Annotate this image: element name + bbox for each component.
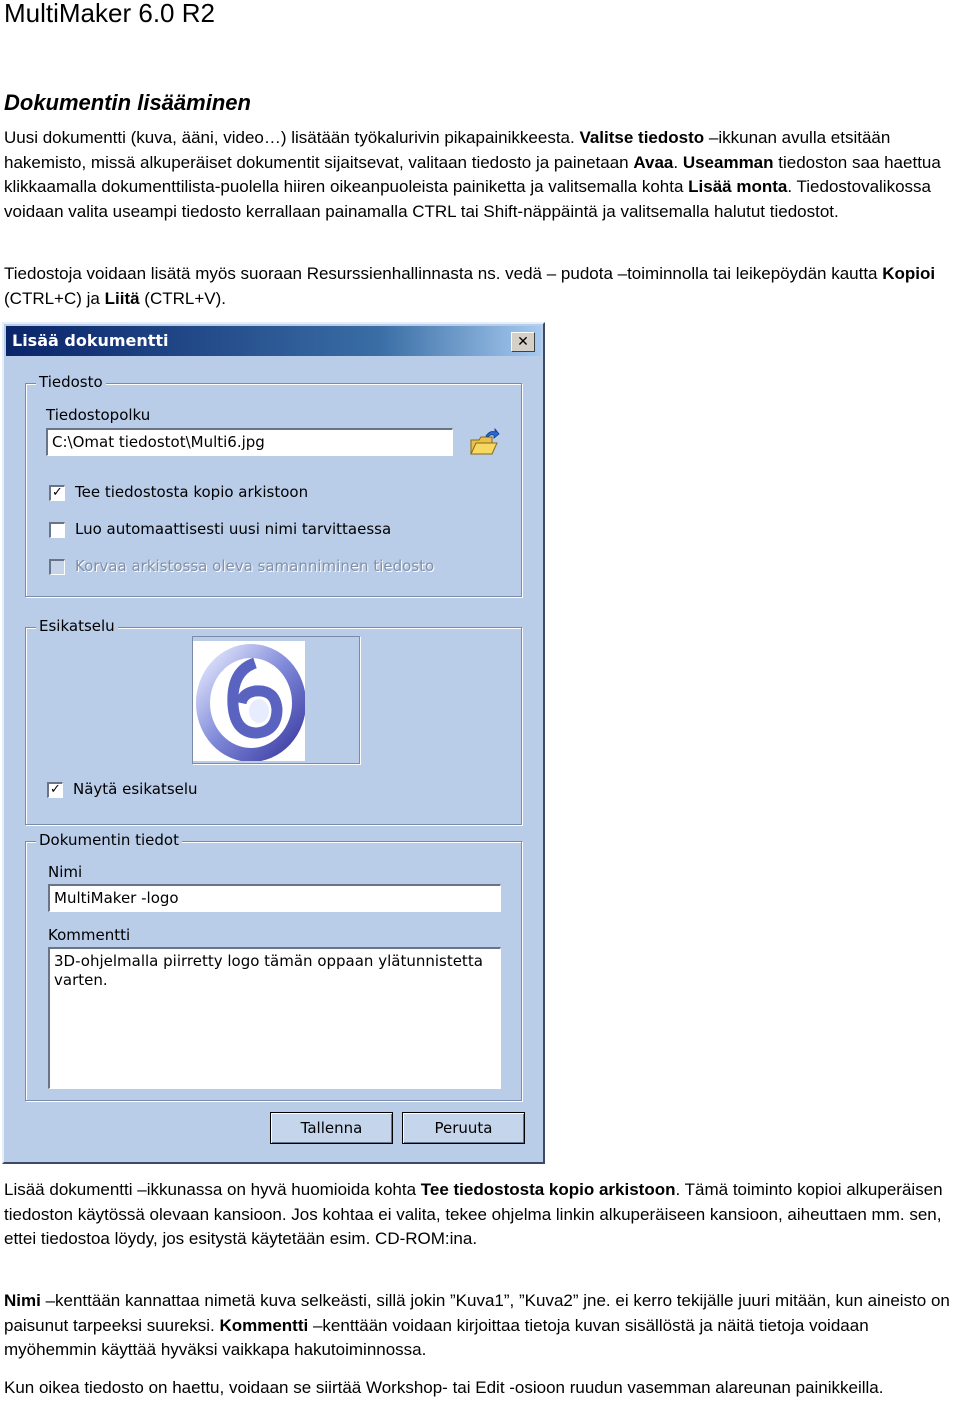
app-title: MultiMaker 6.0 R2 bbox=[4, 0, 215, 28]
body-paragraph-1: Lisää dokumentti –ikkunassa on hyvä huom… bbox=[4, 1180, 943, 1248]
body-paragraph-3: Kun oikea tiedosto on haettu, voidaan se… bbox=[4, 1378, 884, 1397]
close-button[interactable]: ✕ bbox=[511, 332, 535, 352]
comment-label: Kommentti bbox=[48, 926, 131, 944]
preview-group: Esikatselu ✓ Näytä esikatselu bbox=[25, 617, 522, 825]
cancel-button[interactable]: Peruuta bbox=[402, 1112, 525, 1144]
show-preview-checkbox[interactable]: ✓ bbox=[47, 782, 63, 798]
section-title: Dokumentin lisääminen bbox=[4, 90, 251, 115]
auto-name-label: Luo automaattisesti uusi nimi tarvittaes… bbox=[75, 520, 392, 538]
dialog-titlebar[interactable]: Lisää dokumentti ✕ bbox=[6, 326, 541, 356]
intro-paragraph-1: Uusi dokumentti (kuva, ääni, video…) lis… bbox=[4, 128, 941, 221]
replace-file-checkbox bbox=[49, 559, 65, 575]
dialog-title: Lisää dokumentti bbox=[12, 331, 169, 350]
auto-name-checkbox[interactable] bbox=[49, 522, 65, 538]
name-input[interactable]: MultiMaker -logo bbox=[48, 884, 501, 912]
copy-to-archive-label: Tee tiedostosta kopio arkistoon bbox=[75, 483, 309, 501]
document-info-group: Dokumentin tiedot Nimi MultiMaker -logo … bbox=[25, 831, 522, 1101]
files-group-label: Tiedosto bbox=[36, 373, 106, 391]
show-preview-label: Näytä esikatselu bbox=[73, 780, 198, 798]
preview-frame bbox=[192, 636, 360, 764]
body-paragraph-2: Nimi –kenttään kannattaa nimetä kuva sel… bbox=[4, 1291, 950, 1359]
multimaker-logo-image bbox=[193, 641, 305, 761]
intro-paragraph-2: Tiedostoja voidaan lisätä myös suoraan R… bbox=[4, 264, 936, 308]
add-document-dialog: Lisää dokumentti ✕ Tiedosto Tiedostopolk… bbox=[2, 322, 545, 1164]
document-info-group-label: Dokumentin tiedot bbox=[36, 831, 182, 849]
name-label: Nimi bbox=[48, 863, 83, 881]
path-label: Tiedostopolku bbox=[46, 406, 151, 424]
open-folder-icon[interactable] bbox=[468, 428, 500, 458]
files-group: Tiedosto Tiedostopolku C:\Omat tiedostot… bbox=[25, 373, 522, 597]
preview-group-label: Esikatselu bbox=[36, 617, 118, 635]
comment-textarea[interactable]: 3D-ohjelmalla piirretty logo tämän oppaa… bbox=[48, 947, 501, 1089]
save-button[interactable]: Tallenna bbox=[270, 1112, 393, 1144]
replace-file-label: Korvaa arkistossa oleva samanniminen tie… bbox=[75, 557, 435, 575]
path-input[interactable]: C:\Omat tiedostot\Multi6.jpg bbox=[46, 428, 453, 456]
copy-to-archive-checkbox[interactable]: ✓ bbox=[49, 485, 65, 501]
